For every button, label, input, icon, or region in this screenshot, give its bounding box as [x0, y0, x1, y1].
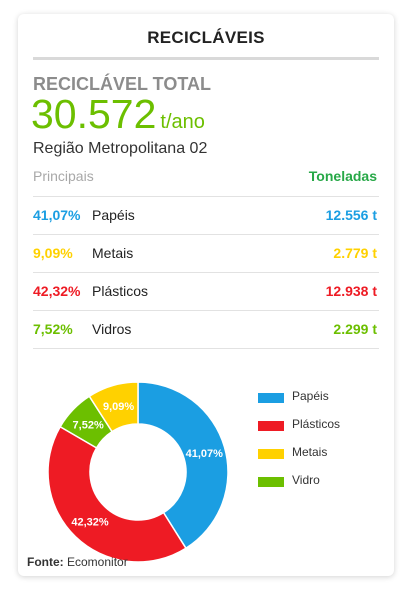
row-tons: 2.299 t — [333, 321, 377, 337]
row-percent: 41,07% — [33, 207, 81, 223]
total-unit: t/ano — [160, 111, 205, 133]
legend-label: Plásticos — [292, 417, 341, 431]
legend-label: Papéis — [292, 389, 329, 403]
table-row: 41,07% Papéis 12.556 t — [33, 197, 379, 235]
recyclables-card: RECICLÁVEIS RECICLÁVEL TOTAL 30.572 t/ano… — [18, 14, 394, 576]
table-row: 9,09% Metais 2.779 t — [33, 235, 379, 273]
donut-chart: 41,07% 42,32% 7,52% 9,09% — [38, 372, 248, 572]
total-number: 30.572 — [31, 91, 157, 137]
table-header-main: Principais — [33, 168, 94, 184]
donut-chart-svg: 41,07% 42,32% 7,52% 9,09% — [47, 381, 229, 563]
legend-swatch — [258, 449, 284, 459]
row-percent: 42,32% — [33, 283, 81, 299]
table-row: 42,32% Plásticos 12.938 t — [33, 273, 379, 311]
row-percent: 9,09% — [33, 245, 73, 261]
region-name: Região Metropolitana 02 — [33, 140, 208, 157]
row-material: Plásticos — [92, 283, 149, 299]
legend-swatch — [258, 477, 284, 487]
title-divider — [33, 57, 379, 60]
donut-slice-label: 7,52% — [73, 419, 104, 431]
source-label: Fonte: — [27, 555, 64, 569]
source-value: Ecomonitor — [67, 555, 128, 569]
legend-label: Metais — [292, 445, 328, 459]
card-title: RECICLÁVEIS — [147, 28, 265, 47]
legend-label: Vidro — [292, 473, 320, 487]
row-tons: 12.938 t — [325, 283, 377, 299]
row-material: Papéis — [92, 207, 135, 223]
donut-slice-label: 42,32% — [71, 517, 109, 529]
total-value: 30.572 t/ano — [31, 94, 205, 135]
source-note: Fonte: Ecomonitor — [27, 555, 128, 569]
table-row: 7,52% Vidros 2.299 t — [33, 311, 379, 349]
donut-slice-label: 41,07% — [186, 448, 224, 460]
row-material: Metais — [92, 245, 134, 261]
table-header-tons: Toneladas — [308, 168, 377, 184]
row-material: Vidros — [92, 321, 132, 337]
legend-swatch — [258, 393, 284, 403]
materials-table: 41,07% Papéis 12.556 t 9,09% Metais 2.77… — [33, 197, 379, 349]
legend-swatch — [258, 421, 284, 431]
row-tons: 2.779 t — [333, 245, 377, 261]
donut-slice-label: 9,09% — [103, 401, 134, 413]
row-percent: 7,52% — [33, 321, 73, 337]
row-tons: 12.556 t — [325, 207, 377, 223]
donut-slice-plásticos[interactable] — [47, 425, 187, 563]
